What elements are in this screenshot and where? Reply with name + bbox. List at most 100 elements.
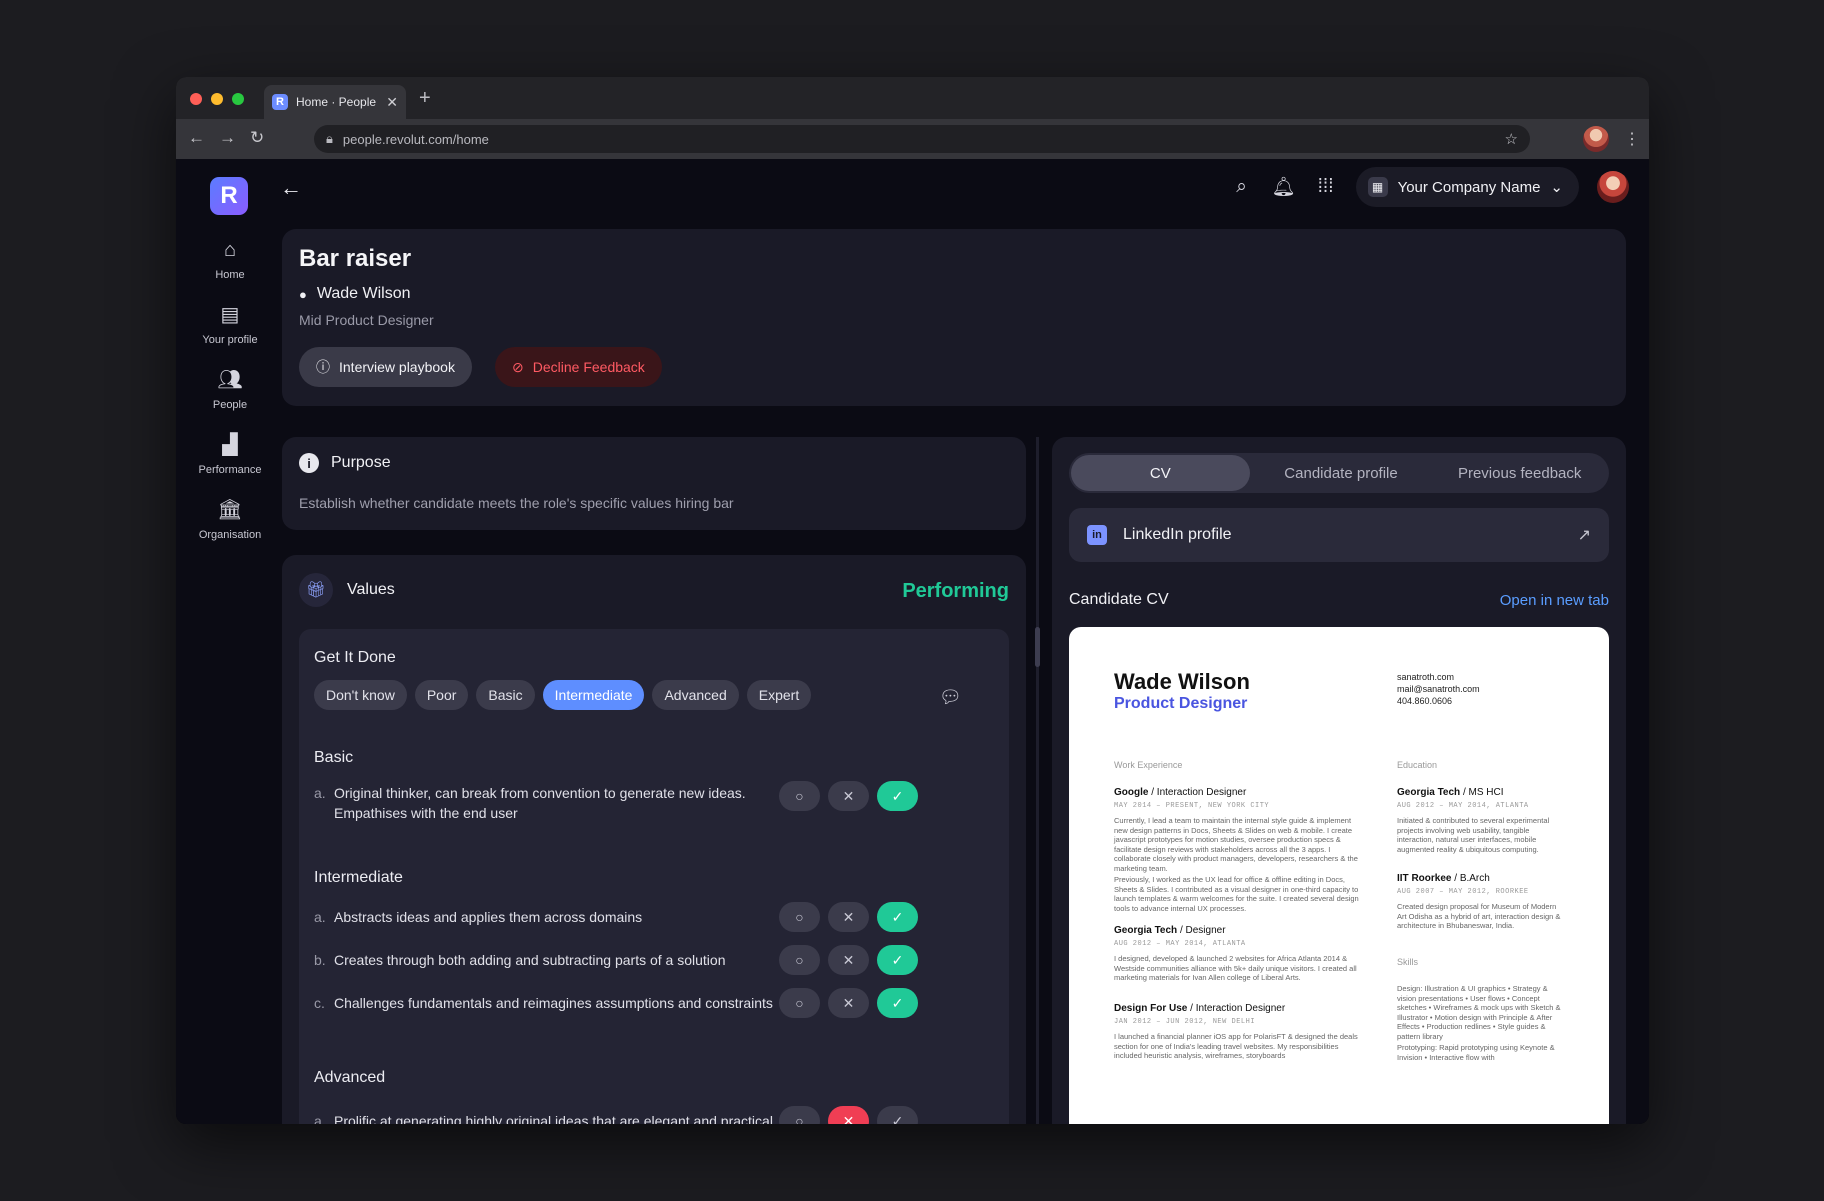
home-icon: ⌂	[223, 239, 237, 261]
cv-dates: AUG 2007 – MAY 2012, ROORKEE	[1397, 888, 1529, 896]
comment-icon[interactable]: 💬︎	[939, 687, 962, 708]
sidebar-item-performance[interactable]: ▟ Performance	[176, 434, 284, 476]
item-text: Challenges fundamentals and reimagines a…	[334, 995, 773, 1011]
reject-x-icon[interactable]: ✕	[828, 781, 869, 811]
level-chip[interactable]: Advanced	[652, 680, 739, 710]
linkedin-profile-link[interactable]: in LinkedIn profile ↗	[1069, 508, 1609, 562]
cv-text: I launched a financial planner iOS app f…	[1114, 1032, 1358, 1060]
values-card: 🎁︎ Values Performing Get It Done Don't k…	[282, 555, 1026, 1124]
item-marker: a.	[314, 1113, 326, 1124]
item-marker: a.	[314, 785, 326, 801]
cv-name: Wade Wilson	[1114, 669, 1250, 694]
page-title: Bar raiser	[299, 245, 412, 272]
resize-handle[interactable]	[1035, 627, 1040, 667]
reject-x-icon[interactable]: ✕	[828, 1106, 869, 1124]
user-avatar[interactable]	[1597, 171, 1629, 203]
close-tab-icon[interactable]: ✕	[386, 94, 398, 111]
bank-icon: 🏛︎	[217, 499, 243, 521]
level-chip[interactable]: Expert	[746, 680, 812, 710]
browser-profile-avatar[interactable]	[1583, 126, 1609, 152]
values-title: Values	[347, 581, 395, 598]
bookmark-star-icon[interactable]: ☆	[1505, 130, 1518, 148]
section-title: Intermediate	[314, 869, 403, 886]
item-marker: a.	[314, 909, 326, 925]
id-card-icon: ▤	[220, 304, 240, 326]
info-circle-icon: ⓘ	[316, 359, 330, 375]
person-icon: ●	[299, 286, 307, 302]
reject-x-icon[interactable]: ✕	[828, 902, 869, 932]
revolut-logo[interactable]: R	[210, 177, 248, 215]
top-actions: ⌕ 🔔︎ ⁞⁞⁞ ▦ Your Company Name ⌄	[1230, 167, 1629, 207]
level-chip[interactable]: Don't know	[314, 680, 407, 710]
item-marker: b.	[314, 952, 326, 968]
level-chip[interactable]: Poor	[414, 680, 469, 710]
section-title: Advanced	[314, 1069, 386, 1086]
close-window-button[interactable]	[190, 93, 202, 105]
sidebar-item-label: People	[212, 399, 248, 411]
accept-check-icon[interactable]: ✓	[877, 902, 918, 932]
browser-tab-bar: R Home · People ✕ +	[176, 77, 1649, 119]
accept-check-icon[interactable]: ✓	[877, 781, 918, 811]
item-text: Abstracts ideas and applies them across …	[334, 909, 643, 925]
reject-x-icon[interactable]: ✕	[828, 988, 869, 1018]
neutral-circle-icon[interactable]: ○	[779, 988, 820, 1018]
panel-divider[interactable]	[1035, 437, 1040, 1124]
reload-icon[interactable]: ↻	[250, 128, 264, 148]
address-bar[interactable]: 🔒︎ people.revolut.com/home ☆	[314, 125, 1530, 153]
minimize-window-button[interactable]	[211, 93, 223, 105]
sidebar-item-your-profile[interactable]: ▤ Your profile	[176, 304, 284, 346]
accept-check-icon[interactable]: ✓	[877, 1106, 918, 1124]
candidate-name-row: ● Wade Wilson	[299, 285, 411, 303]
interview-playbook-button[interactable]: ⓘ Interview playbook	[299, 347, 472, 387]
neutral-circle-icon[interactable]: ○	[779, 781, 820, 811]
neutral-circle-icon[interactable]: ○	[779, 902, 820, 932]
tab-cv[interactable]: CV	[1071, 455, 1250, 491]
decline-feedback-button[interactable]: ⊘ Decline Feedback	[495, 347, 662, 387]
neutral-circle-icon[interactable]: ○	[779, 945, 820, 975]
browser-tab[interactable]: R Home · People ✕	[264, 85, 406, 119]
cv-dates: AUG 2012 – MAY 2014, ATLANTA	[1114, 940, 1246, 948]
cv-contact-line: mail@sanatroth.com	[1397, 684, 1480, 694]
cv-role: Interaction Designer	[1156, 787, 1247, 798]
tab-candidate-profile[interactable]: Candidate profile	[1252, 453, 1431, 493]
open-in-new-tab-link[interactable]: Open in new tab	[1500, 592, 1609, 609]
info-icon: i	[299, 453, 319, 473]
sidebar-item-people[interactable]: 👥︎ People	[176, 369, 284, 411]
tab-previous-feedback[interactable]: Previous feedback	[1430, 453, 1609, 493]
ban-icon: ⊘	[512, 358, 524, 375]
cv-degree: B.Arch	[1459, 873, 1490, 884]
company-switcher[interactable]: ▦ Your Company Name ⌄	[1355, 167, 1579, 207]
back-arrow-icon[interactable]: ←	[280, 175, 302, 201]
purpose-card: i Purpose Establish whether candidate me…	[282, 437, 1026, 530]
new-tab-button[interactable]: +	[419, 87, 431, 110]
level-chip-selected[interactable]: Intermediate	[542, 680, 645, 710]
candidate-panel: CV Candidate profile Previous feedback i…	[1052, 437, 1626, 1124]
accept-check-icon[interactable]: ✓	[877, 988, 918, 1018]
sidebar-item-home[interactable]: ⌂ Home	[176, 239, 284, 281]
search-icon[interactable]: ⌕	[1230, 176, 1254, 198]
sidebar: R ⌂ Home ▤ Your profile 👥︎ People ▟ Perf…	[176, 159, 284, 1124]
sidebar-item-organisation[interactable]: 🏛︎ Organisation	[176, 499, 284, 541]
accept-check-icon[interactable]: ✓	[877, 945, 918, 975]
back-arrow-icon[interactable]: ←	[188, 128, 205, 148]
browser-window: R Home · People ✕ + ← → ↻ 🔒︎ people.revo…	[176, 77, 1649, 1124]
url-text: people.revolut.com/home	[342, 131, 489, 147]
bell-icon[interactable]: 🔔︎	[1272, 175, 1296, 199]
cv-title: Product Designer	[1114, 695, 1248, 712]
item-text: Prolific at generating highly original i…	[334, 1113, 773, 1124]
sidebar-item-label: Home	[215, 269, 245, 281]
tab-title: Home · People	[296, 95, 377, 109]
panel-tabs: CV Candidate profile Previous feedback	[1069, 453, 1609, 493]
feedback-header-card: Bar raiser ● Wade Wilson Mid Product Des…	[282, 229, 1626, 406]
neutral-circle-icon[interactable]: ○	[779, 1106, 820, 1124]
cv-company: Design For Use	[1114, 1003, 1188, 1014]
reject-x-icon[interactable]: ✕	[828, 945, 869, 975]
maximize-window-button[interactable]	[232, 93, 244, 105]
level-chip[interactable]: Basic	[476, 680, 535, 710]
browser-menu-icon[interactable]: ⋮	[1624, 129, 1640, 149]
apps-grid-icon[interactable]: ⁞⁞⁞	[1314, 176, 1338, 198]
cv-education: Georgia Tech / MS HCI	[1397, 787, 1504, 798]
cv-text: Initiated & contributed to several exper…	[1397, 816, 1550, 854]
forward-arrow-icon[interactable]: →	[219, 128, 236, 148]
cv-job: Georgia Tech / Designer	[1114, 925, 1226, 936]
